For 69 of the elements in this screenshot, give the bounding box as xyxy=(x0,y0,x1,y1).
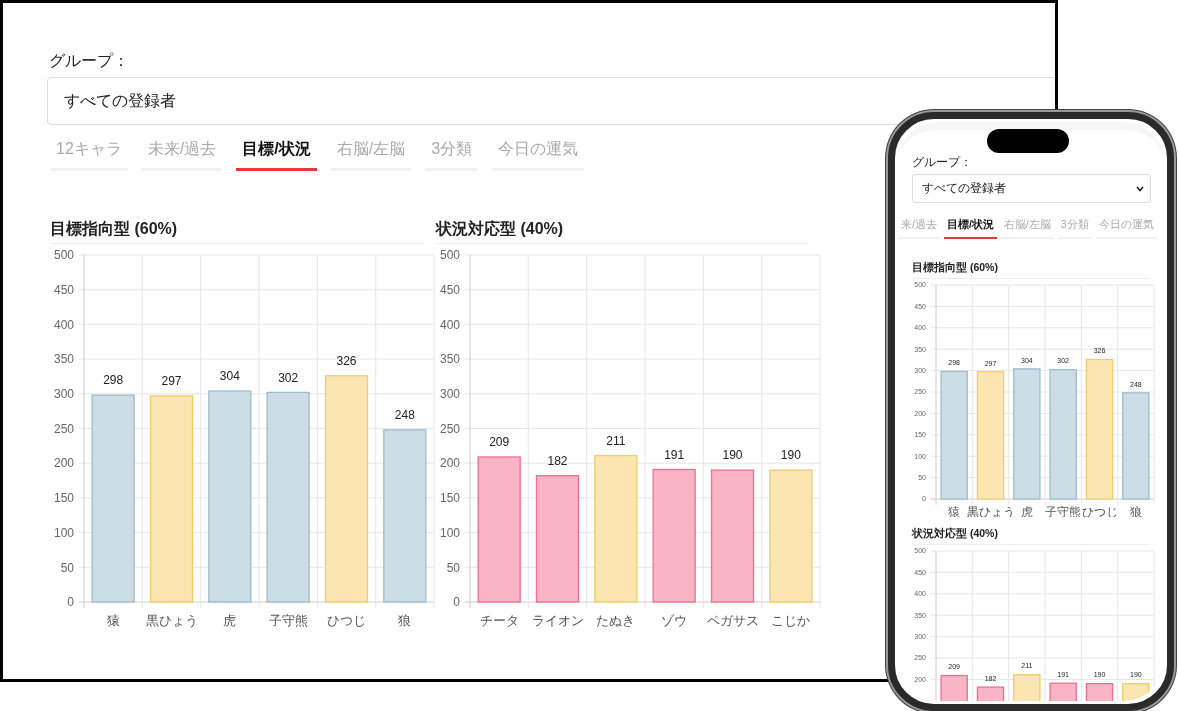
group-select[interactable]: すべての登録者 xyxy=(912,174,1151,203)
axis-tick-label: 400 xyxy=(53,317,74,332)
bar-value-label: 190 xyxy=(780,448,801,463)
bar-value-label: 298 xyxy=(103,373,124,388)
axis-tick-label: 0 xyxy=(453,595,460,610)
tab[interactable]: 今日の運気 xyxy=(492,134,585,171)
tab[interactable]: 目標/状況 xyxy=(236,134,317,171)
axis-tick-label: 250 xyxy=(439,421,460,436)
bar-value-label: 248 xyxy=(394,408,415,423)
axis-category-label: 虎 xyxy=(223,613,237,628)
tab[interactable]: 今日の運気 xyxy=(1095,215,1157,239)
axis-category-label: たぬき xyxy=(596,613,636,628)
axis-category-label: 狼 xyxy=(1129,505,1142,517)
axis-category-label: ひつじ xyxy=(327,613,366,628)
tab[interactable]: 右脳/左脳 xyxy=(1000,215,1054,239)
tab[interactable]: 右脳/左脳 xyxy=(330,134,412,171)
axis-category-label: ゾウ xyxy=(661,613,688,628)
tab[interactable]: 目標/状況 xyxy=(943,215,997,239)
axis-category-label: ライオン xyxy=(531,613,584,628)
axis-category-label: 黒ひょう xyxy=(145,613,198,628)
chart-title: 状況対応型 (40%) xyxy=(436,219,809,244)
axis-tick-label: 0 xyxy=(67,595,74,610)
axis-category-label: チータ xyxy=(479,613,519,628)
axis-tick-label: 300 xyxy=(439,387,460,401)
axis-tick-label: 100 xyxy=(53,525,74,540)
axis-category-label: 狼 xyxy=(398,613,412,628)
bar-value-label: 209 xyxy=(489,435,510,450)
axis-tick-label: 350 xyxy=(439,352,460,367)
axis-tick-label: 150 xyxy=(439,491,460,506)
axis-category-label: 子守熊 xyxy=(268,613,308,628)
bar-value-label: 191 xyxy=(664,447,685,462)
axis-tick-label: 450 xyxy=(439,282,460,297)
field-label: グループ： xyxy=(49,51,130,71)
axis-category-label: ひつじ xyxy=(1081,505,1118,517)
axis-category-label: 猿 xyxy=(948,505,961,517)
axis-tick-label: 500 xyxy=(439,248,460,263)
bar-value-label: 302 xyxy=(278,370,299,385)
axis-tick-label: 350 xyxy=(53,352,74,367)
bar-value-label: 297 xyxy=(161,374,182,389)
axis-tick-label: 100 xyxy=(439,525,460,540)
axis-category-label: 虎 xyxy=(1020,505,1033,517)
axis-tick-label: 50 xyxy=(446,560,460,575)
axis-category-label: ペガサス xyxy=(706,613,759,628)
chart-title: 目標指向型 (60%) xyxy=(50,219,423,244)
bar-value-label: 182 xyxy=(547,453,568,468)
tab[interactable]: 12キャラ xyxy=(50,134,128,171)
bar-value-label: 304 xyxy=(219,369,240,384)
bar-value-label: 190 xyxy=(722,448,743,463)
axis-tick-label: 400 xyxy=(439,317,460,332)
tab[interactable]: 3分類 xyxy=(1057,215,1092,239)
axis-category-label: 猿 xyxy=(106,613,120,628)
axis-category-label: こじか xyxy=(771,613,811,628)
axis-tick-label: 200 xyxy=(53,456,74,471)
axis-tick-label: 150 xyxy=(53,491,74,506)
axis-tick-label: 300 xyxy=(53,387,74,401)
chart-title: 状況対応型 (40%) xyxy=(912,527,1150,545)
axis-tick-label: 450 xyxy=(53,282,74,297)
chevron-down-icon xyxy=(1136,185,1144,192)
chart-title: 目標指向型 (60%) xyxy=(912,261,1150,279)
field-label: グループ： xyxy=(912,154,973,171)
axis-tick-label: 250 xyxy=(53,421,74,436)
bar-value-label: 326 xyxy=(336,353,357,368)
tab[interactable]: 未来/過去 xyxy=(141,134,223,171)
axis-tick-label: 500 xyxy=(53,248,74,263)
axis-tick-label: 200 xyxy=(439,456,460,471)
bar-value-label: 211 xyxy=(606,433,626,448)
tab[interactable]: 3分類 xyxy=(425,134,479,171)
axis-tick-label: 50 xyxy=(60,560,74,575)
tab[interactable]: 来/過去 xyxy=(898,215,940,239)
